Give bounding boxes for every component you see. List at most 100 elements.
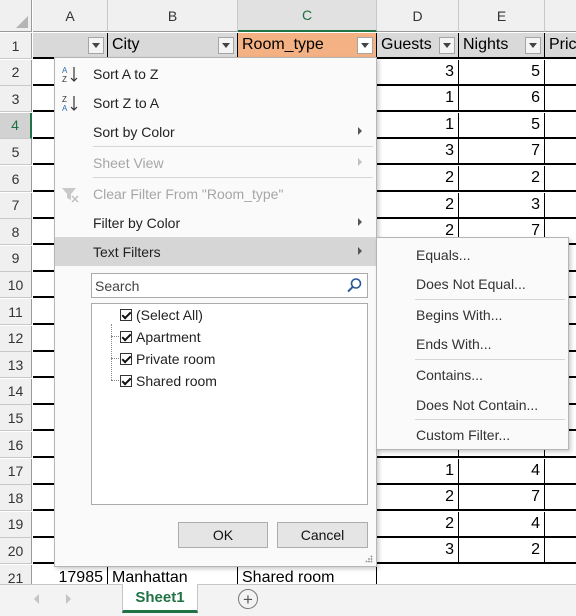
- row-header-16[interactable]: 16: [0, 432, 32, 458]
- cell-d2[interactable]: 3: [377, 59, 459, 86]
- next-sheet-icon[interactable]: [66, 594, 71, 604]
- cell-b21[interactable]: Manhattan: [108, 566, 238, 584]
- row-header-7[interactable]: 7: [0, 192, 32, 219]
- cell-d17[interactable]: 1: [377, 458, 459, 485]
- ends-with-item[interactable]: Ends With...: [377, 329, 568, 359]
- custom-filter-item[interactable]: Custom Filter...: [377, 420, 568, 450]
- cell-e7[interactable]: 3: [459, 192, 545, 219]
- cell-e19[interactable]: 4: [459, 511, 545, 538]
- equals-item[interactable]: Equals...: [377, 240, 568, 270]
- checkbox-checked[interactable]: [120, 353, 132, 365]
- filter-search-box[interactable]: [91, 273, 368, 298]
- cell-e5[interactable]: 7: [459, 139, 545, 166]
- row-header-18[interactable]: 18: [0, 485, 32, 512]
- sort-z-to-a-item[interactable]: Z A Sort Z to A: [55, 88, 376, 117]
- column-header-d[interactable]: D: [377, 0, 459, 32]
- cell-d6[interactable]: 2: [377, 166, 459, 192]
- cell-d3[interactable]: 1: [377, 86, 459, 113]
- cell-e2[interactable]: 5: [459, 59, 545, 86]
- filter-dropdown-guests[interactable]: [439, 37, 455, 54]
- row-header-3[interactable]: 3: [0, 86, 32, 113]
- cell-d4[interactable]: 1: [377, 112, 459, 139]
- header-cell-price[interactable]: Pric: [545, 33, 576, 59]
- sort-a-to-z-item[interactable]: A Z Sort A to Z: [55, 59, 376, 88]
- row-header-5[interactable]: 5: [0, 139, 32, 166]
- sort-by-color-item[interactable]: Sort by Color: [55, 117, 376, 146]
- cell-d20[interactable]: 3: [377, 538, 459, 565]
- cancel-button[interactable]: Cancel: [277, 522, 368, 548]
- cell-f20[interactable]: [545, 538, 576, 565]
- filter-values-list[interactable]: (Select All) Apartment Private room Shar…: [91, 303, 368, 505]
- cell-e6[interactable]: 2: [459, 166, 545, 192]
- column-header-f[interactable]: [545, 0, 576, 32]
- cell-d18[interactable]: 2: [377, 485, 459, 512]
- cell-e17[interactable]: 4: [459, 458, 545, 485]
- select-all-corner[interactable]: [0, 0, 32, 32]
- filter-dropdown-id[interactable]: [88, 37, 104, 54]
- row-header-14[interactable]: 14: [0, 378, 32, 405]
- sheet-tab-sheet1[interactable]: Sheet1: [122, 584, 198, 613]
- contains-item[interactable]: Contains...: [377, 360, 568, 390]
- cell-f6[interactable]: [545, 166, 576, 192]
- cell-f5[interactable]: [545, 139, 576, 166]
- filter-option-shared-room[interactable]: Shared room: [120, 370, 217, 392]
- column-header-a[interactable]: A: [33, 0, 108, 32]
- cell-f2[interactable]: [545, 60, 576, 86]
- cell-f18[interactable]: [545, 485, 576, 512]
- cell-f4[interactable]: [545, 113, 576, 139]
- resize-grip-icon[interactable]: [365, 555, 373, 563]
- row-header-10[interactable]: 10: [0, 272, 32, 299]
- filter-by-color-item[interactable]: Filter by Color: [55, 208, 376, 237]
- cell-d7[interactable]: 2: [377, 192, 459, 219]
- row-header-6[interactable]: 6: [0, 166, 32, 192]
- cell-e3[interactable]: 6: [459, 86, 545, 113]
- does-not-equal-item[interactable]: Does Not Equal...: [377, 269, 568, 299]
- does-not-contain-item[interactable]: Does Not Contain...: [377, 390, 568, 420]
- row-header-2[interactable]: 2: [0, 59, 32, 86]
- row-header-15[interactable]: 15: [0, 405, 32, 432]
- cell-e4[interactable]: 5: [459, 112, 545, 139]
- cell-d5[interactable]: 3: [377, 139, 459, 166]
- filter-option-label: (Select All): [136, 307, 203, 323]
- filter-dropdown-room-type[interactable]: [357, 37, 373, 54]
- previous-sheet-icon[interactable]: [34, 594, 39, 604]
- cell-a21[interactable]: 17985: [33, 566, 108, 584]
- column-header-e[interactable]: E: [459, 0, 545, 32]
- ok-button[interactable]: OK: [178, 522, 268, 548]
- checkbox-checked[interactable]: [120, 309, 132, 321]
- row-header-9[interactable]: 9: [0, 245, 32, 272]
- filter-dropdown-city[interactable]: [218, 37, 234, 54]
- cell-c21[interactable]: Shared room: [238, 566, 377, 584]
- row-header-4[interactable]: 4: [0, 112, 32, 139]
- cell-f7[interactable]: [545, 193, 576, 219]
- filter-search-input[interactable]: [95, 277, 340, 294]
- cell-e18[interactable]: 7: [459, 485, 545, 512]
- row-header-20[interactable]: 20: [0, 538, 32, 565]
- row-header-13[interactable]: 13: [0, 352, 32, 379]
- add-sheet-icon[interactable]: +: [238, 589, 258, 609]
- cell-f17[interactable]: [545, 459, 576, 485]
- row-header-11[interactable]: 11: [0, 299, 32, 325]
- cell-d19[interactable]: 2: [377, 511, 459, 538]
- column-header-c[interactable]: C: [238, 0, 377, 32]
- cell-e20[interactable]: 2: [459, 538, 545, 565]
- row-header-8[interactable]: 8: [0, 219, 32, 246]
- cell-f19[interactable]: [545, 512, 576, 538]
- row-header-21[interactable]: 21: [0, 565, 32, 584]
- filter-dropdown-nights[interactable]: [525, 37, 541, 54]
- filter-option-private-room[interactable]: Private room: [120, 348, 215, 370]
- row-header-19[interactable]: 19: [0, 511, 32, 538]
- submenu-arrow-icon: [358, 247, 362, 255]
- checkbox-checked[interactable]: [120, 331, 132, 343]
- row-header-17[interactable]: 17: [0, 458, 32, 485]
- text-filters-submenu: Equals... Does Not Equal... Begins With.…: [376, 237, 569, 450]
- row-header-12[interactable]: 12: [0, 325, 32, 352]
- checkbox-checked[interactable]: [120, 375, 132, 387]
- filter-option-select-all[interactable]: (Select All): [120, 304, 203, 326]
- row-header-1[interactable]: 1: [0, 33, 32, 59]
- cell-f3[interactable]: [545, 86, 576, 113]
- begins-with-item[interactable]: Begins With...: [377, 300, 568, 330]
- filter-option-apartment[interactable]: Apartment: [120, 326, 201, 348]
- column-header-b[interactable]: B: [108, 0, 238, 32]
- text-filters-item[interactable]: Text Filters: [55, 237, 376, 266]
